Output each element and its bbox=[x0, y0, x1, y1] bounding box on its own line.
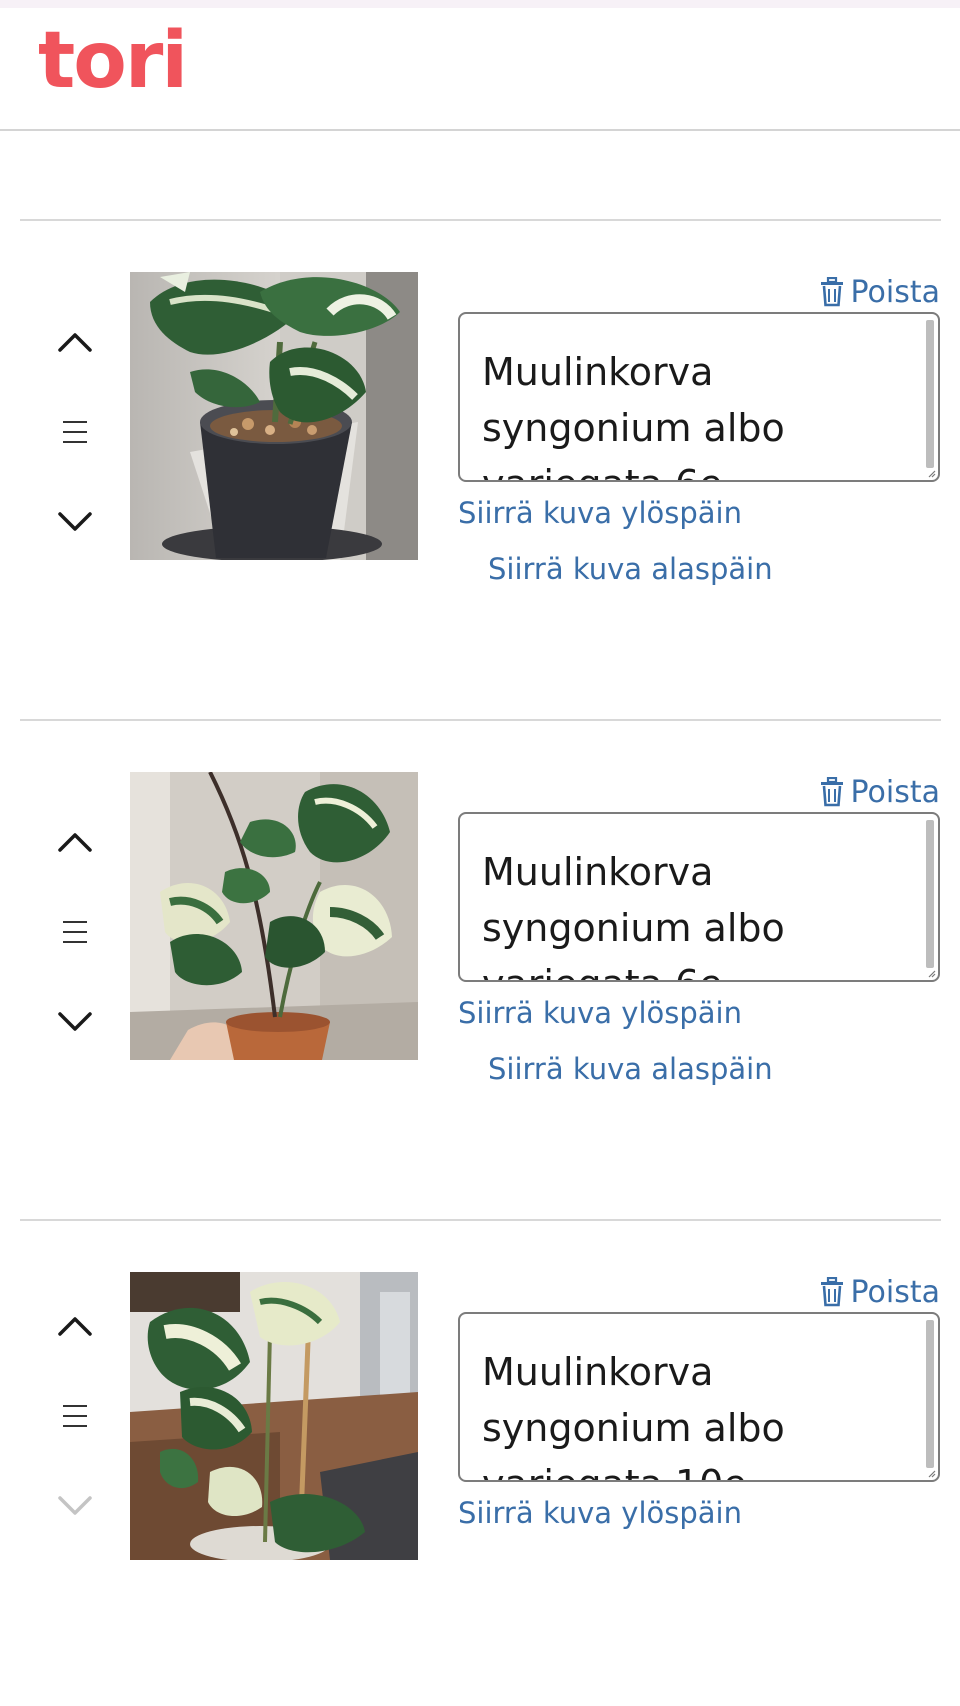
drag-handle-icon bbox=[63, 421, 87, 443]
drag-handle[interactable] bbox=[56, 912, 94, 952]
delete-button[interactable]: Poista bbox=[819, 1272, 941, 1312]
resize-handle-icon[interactable] bbox=[926, 968, 936, 978]
site-header: tori bbox=[0, 8, 960, 131]
move-image-down-link[interactable]: Siirrä kuva alaspäin bbox=[488, 1049, 773, 1089]
move-up-arrow-button[interactable] bbox=[48, 820, 102, 864]
chevron-up-icon bbox=[58, 333, 92, 352]
drag-handle-icon bbox=[63, 921, 87, 943]
move-image-up-link[interactable]: Siirrä kuva ylöspäin bbox=[458, 493, 742, 533]
chevron-down-icon bbox=[58, 1012, 92, 1031]
plant-photo-image bbox=[130, 272, 418, 560]
delete-button[interactable]: Poista bbox=[819, 272, 941, 312]
caption-scrollbar[interactable] bbox=[926, 320, 934, 468]
chevron-down-icon bbox=[58, 512, 92, 531]
plant-photo[interactable] bbox=[130, 772, 418, 1060]
image-caption-field[interactable]: Muulinkorva syngonium albo variegata 6e bbox=[458, 312, 940, 482]
move-down-arrow-button-disabled bbox=[48, 1484, 102, 1528]
drag-handle[interactable] bbox=[56, 1396, 94, 1436]
caption-text: Muulinkorva syngonium albo variegata 6e bbox=[482, 350, 785, 480]
move-down-arrow-button[interactable] bbox=[48, 500, 102, 544]
image-caption-field[interactable]: Muulinkorva syngonium albo variegata 10e bbox=[458, 1312, 940, 1482]
drag-handle-icon bbox=[63, 1405, 87, 1427]
resize-handle-icon[interactable] bbox=[926, 1468, 936, 1478]
chevron-up-icon bbox=[58, 833, 92, 852]
plant-photo[interactable] bbox=[130, 272, 418, 560]
caption-scrollbar[interactable] bbox=[926, 1320, 934, 1468]
tori-logo[interactable]: tori bbox=[38, 22, 188, 100]
image-caption-field[interactable]: Muulinkorva syngonium albo variegata 6e bbox=[458, 812, 940, 982]
item-divider bbox=[20, 719, 941, 721]
caption-text: Muulinkorva syngonium albo variegata 10e bbox=[482, 1350, 785, 1480]
caption-scrollbar[interactable] bbox=[926, 820, 934, 968]
plant-photo-image bbox=[130, 1272, 418, 1560]
trash-icon bbox=[819, 277, 845, 307]
item-divider bbox=[20, 1219, 941, 1221]
trash-icon bbox=[819, 777, 845, 807]
section-divider bbox=[20, 219, 941, 221]
move-image-up-link[interactable]: Siirrä kuva ylöspäin bbox=[458, 1493, 742, 1533]
move-image-down-link[interactable]: Siirrä kuva alaspäin bbox=[488, 549, 773, 589]
chevron-up-icon bbox=[58, 1317, 92, 1336]
chevron-down-icon bbox=[58, 1496, 92, 1515]
move-up-arrow-button[interactable] bbox=[48, 320, 102, 364]
move-image-up-link[interactable]: Siirrä kuva ylöspäin bbox=[458, 993, 742, 1033]
caption-text: Muulinkorva syngonium albo variegata 6e bbox=[482, 850, 785, 980]
move-down-arrow-button[interactable] bbox=[48, 1000, 102, 1044]
plant-photo[interactable] bbox=[130, 1272, 418, 1560]
status-bar-strip bbox=[0, 0, 960, 8]
resize-handle-icon[interactable] bbox=[926, 468, 936, 478]
trash-icon bbox=[819, 1277, 845, 1307]
delete-label: Poista bbox=[850, 274, 941, 310]
move-up-arrow-button[interactable] bbox=[48, 1304, 102, 1348]
delete-button[interactable]: Poista bbox=[819, 772, 941, 812]
drag-handle[interactable] bbox=[56, 412, 94, 452]
delete-label: Poista bbox=[850, 774, 941, 810]
plant-photo-image bbox=[130, 772, 418, 1060]
delete-label: Poista bbox=[850, 1274, 941, 1310]
